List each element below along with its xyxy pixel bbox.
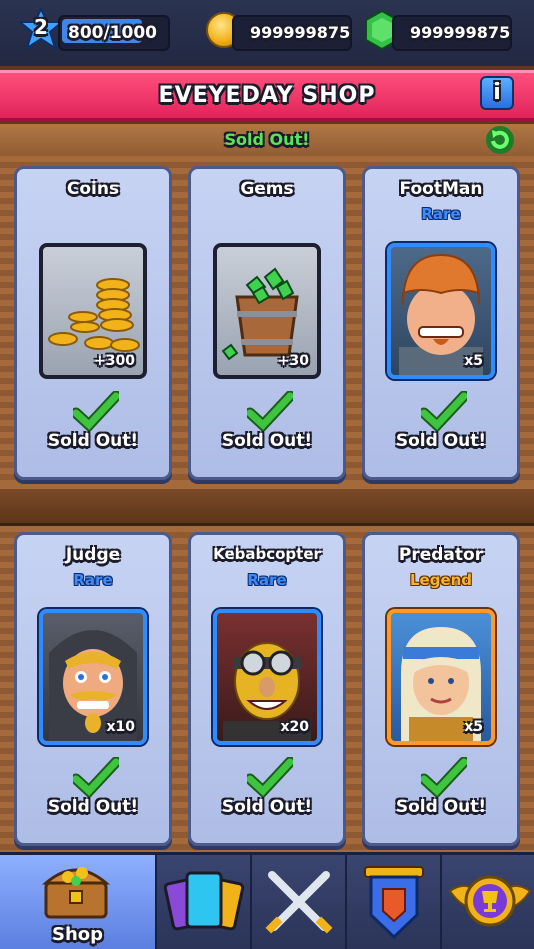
shop-card-footman[interactable]: FootMan Rare x5 Sold Out! xyxy=(362,166,520,480)
shop-title: EVEYEDAY SHOP xyxy=(158,83,376,108)
checkmark-icon xyxy=(421,391,467,431)
gem-bucket-icon: +30 xyxy=(213,243,321,379)
checkmark-icon xyxy=(73,757,119,797)
cards-icon xyxy=(163,871,245,931)
sold-out-strip: Sold Out! xyxy=(0,124,534,156)
card-quantity: x10 xyxy=(106,719,135,735)
card-status: Sold Out! xyxy=(47,797,139,817)
shop-card-gems[interactable]: Gems +30 Sold Out! xyxy=(188,166,346,480)
card-rarity: Rare xyxy=(421,205,461,223)
card-rarity: Rare xyxy=(247,571,287,589)
card-quantity: x5 xyxy=(464,719,483,735)
level-number: 2 xyxy=(34,15,48,39)
card-name: Kebabcopter xyxy=(213,545,321,563)
predator-portrait: x5 xyxy=(387,609,495,745)
card-rarity: Rare xyxy=(73,571,113,589)
xp-bar: 800/1000 xyxy=(58,15,170,51)
tab-events[interactable] xyxy=(440,855,534,949)
card-rarity: Legend xyxy=(409,571,473,589)
footman-portrait: x5 xyxy=(387,243,495,379)
info-button[interactable]: i xyxy=(480,76,514,110)
checkmark-icon xyxy=(247,757,293,797)
tab-shop[interactable]: Shop xyxy=(0,855,155,949)
tab-cards[interactable] xyxy=(155,855,250,949)
gem-counter[interactable]: 999999875 xyxy=(392,15,512,51)
sold-out-status: Sold Out! xyxy=(224,130,310,149)
nav-label-shop: Shop xyxy=(51,924,104,945)
card-status: Sold Out! xyxy=(395,797,487,817)
shop-card-judge[interactable]: Judge Rare x10 Sold Out! xyxy=(14,532,172,846)
shop-card-kebabcopter[interactable]: Kebabcopter Rare x20 Sold Out! xyxy=(188,532,346,846)
card-name: Predator xyxy=(398,545,484,565)
tab-clan[interactable] xyxy=(345,855,440,949)
card-quantity: +300 xyxy=(94,353,135,369)
kebabcopter-portrait: x20 xyxy=(213,609,321,745)
treasure-chest-icon xyxy=(41,867,111,919)
refresh-icon[interactable] xyxy=(484,124,516,156)
trophy-icon xyxy=(448,875,532,927)
judge-portrait: x10 xyxy=(39,609,147,745)
shop-card-coins[interactable]: Coins +300 Sold Out! xyxy=(14,166,172,480)
gem-amount: 999999875 xyxy=(410,23,511,42)
shop-card-predator[interactable]: Predator Legend x5 Sold Out! xyxy=(362,532,520,846)
card-status: Sold Out! xyxy=(221,431,313,451)
card-quantity: x20 xyxy=(280,719,309,735)
bottom-nav: Shop xyxy=(0,852,534,949)
checkmark-icon xyxy=(421,757,467,797)
card-status: Sold Out! xyxy=(221,797,313,817)
card-name: Gems xyxy=(240,179,294,199)
checkmark-icon xyxy=(73,391,119,431)
clan-shield-icon xyxy=(364,866,424,940)
card-status: Sold Out! xyxy=(47,431,139,451)
checkmark-icon xyxy=(247,391,293,431)
card-quantity: +30 xyxy=(277,353,309,369)
coin-counter[interactable]: 999999875 xyxy=(232,15,352,51)
card-quantity: x5 xyxy=(464,353,483,369)
top-bar: 2 800/1000 999999875 999999875 xyxy=(0,0,534,66)
shelf-divider xyxy=(0,486,534,526)
card-name: Judge xyxy=(65,545,121,565)
card-name: Coins xyxy=(66,179,120,199)
coin-amount: 999999875 xyxy=(250,23,351,42)
shop-banner: EVEYEDAY SHOP xyxy=(0,70,534,122)
card-status: Sold Out! xyxy=(395,431,487,451)
xp-text: 800/1000 xyxy=(68,23,158,43)
crossed-swords-icon xyxy=(265,871,333,934)
card-name: FootMan xyxy=(399,179,483,199)
tab-battle[interactable] xyxy=(250,855,345,949)
coins-pile-icon: +300 xyxy=(39,243,147,379)
